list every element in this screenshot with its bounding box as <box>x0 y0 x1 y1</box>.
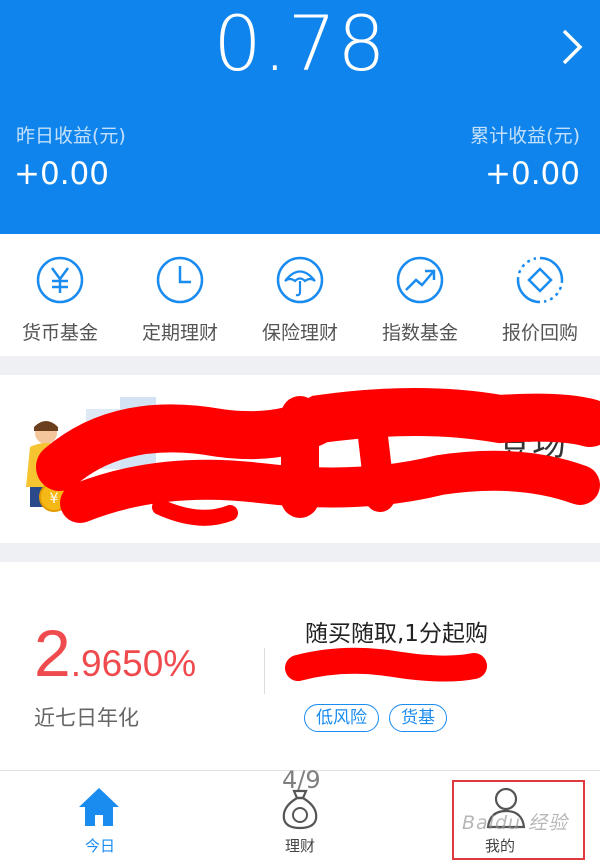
clock-icon <box>156 256 204 304</box>
rate-label: 近七日年化 <box>34 706 139 730</box>
category-label: 定期理财 <box>141 322 218 344</box>
chevron-right-icon[interactable] <box>558 27 586 67</box>
annualized-rate: 2.9650% <box>34 620 196 686</box>
rate-integer: 2 <box>34 616 71 690</box>
nav-today[interactable]: 今日 <box>0 771 200 864</box>
promo-banner[interactable]: ¥ 登场 <box>0 375 600 543</box>
category-row: 货币基金 定期理财 保险理财 指数基金 报价回购 <box>0 234 600 356</box>
diamond-cycle-icon <box>516 256 564 304</box>
category-label: 保险理财 <box>261 322 338 344</box>
product-tags: 低风险 货基 <box>304 704 447 732</box>
category-insurance[interactable]: 保险理财 <box>240 234 360 356</box>
tag-money-fund: 货基 <box>389 704 447 732</box>
category-fixed-term[interactable]: 定期理财 <box>120 234 240 356</box>
banner-graphic: ¥ 登场 <box>26 388 600 526</box>
yuan-coin-icon <box>36 256 84 304</box>
total-amount: 0.78 <box>213 0 387 88</box>
earnings-header[interactable]: 0.78 昨日收益(元) 累计收益(元) +0.00 +0.00 <box>0 0 600 234</box>
umbrella-icon <box>276 256 324 304</box>
page-counter: 4/9 <box>282 766 321 794</box>
watermark: Baidu 经验 <box>462 812 569 834</box>
yesterday-earnings-value: +0.00 <box>14 156 109 192</box>
category-label: 货币基金 <box>21 322 98 344</box>
category-money-fund[interactable]: 货币基金 <box>0 234 120 356</box>
product-tagline: 随买随取,1分起购 <box>305 621 488 647</box>
card-divider <box>264 648 265 694</box>
tag-low-risk: 低风险 <box>304 704 379 732</box>
cumulative-earnings-value: +0.00 <box>485 156 580 192</box>
home-icon <box>79 788 119 826</box>
rate-decimal: .9650% <box>70 643 197 684</box>
nav-label: 今日 <box>84 837 115 855</box>
nav-label: 理财 <box>284 837 315 855</box>
svg-text:¥: ¥ <box>50 491 59 507</box>
category-label: 报价回购 <box>501 322 578 344</box>
yesterday-earnings-label: 昨日收益(元) <box>16 125 126 147</box>
category-repo[interactable]: 报价回购 <box>480 234 600 356</box>
trend-up-icon <box>396 256 444 304</box>
category-label: 指数基金 <box>381 322 458 344</box>
cumulative-earnings-label: 累计收益(元) <box>470 125 580 147</box>
category-index-fund[interactable]: 指数基金 <box>360 234 480 356</box>
redaction-mark <box>285 647 487 682</box>
